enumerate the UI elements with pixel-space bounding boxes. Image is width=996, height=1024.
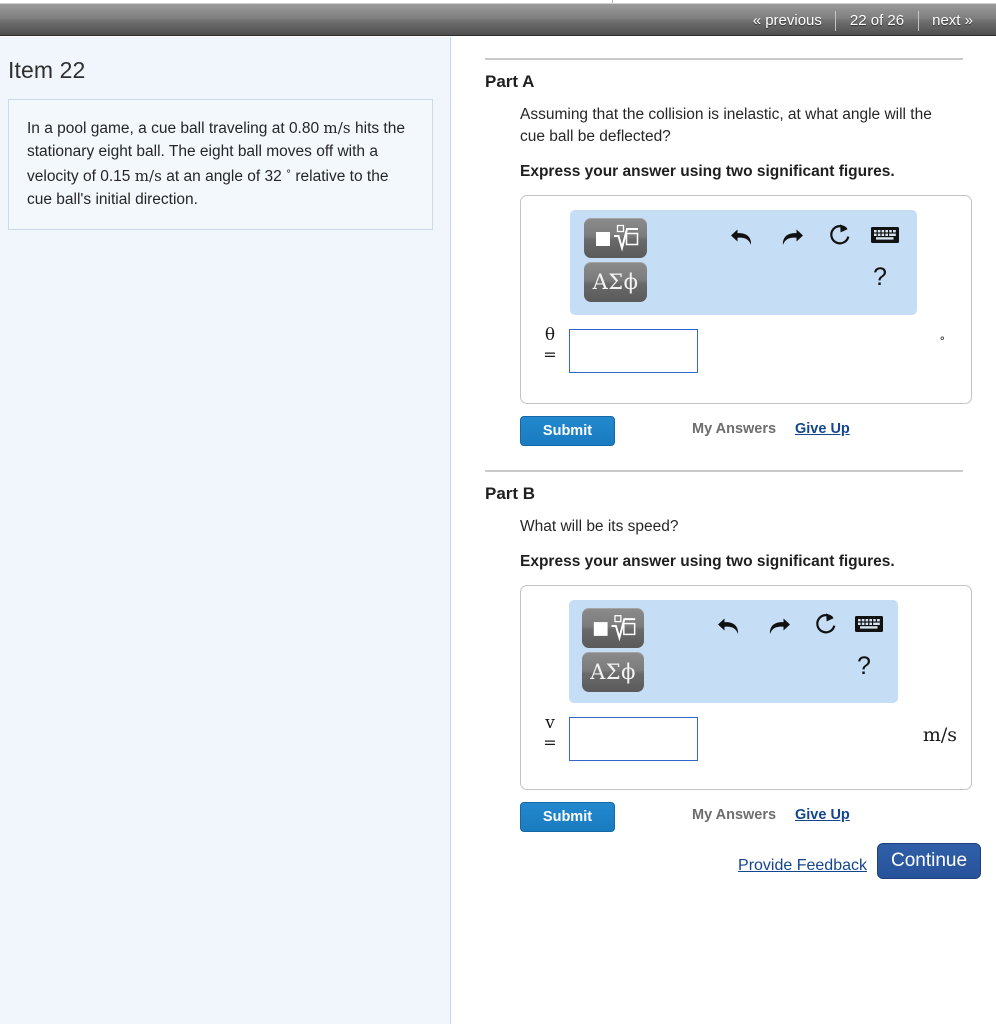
- part-b-math-toolbar: ΑΣϕ ?: [569, 600, 898, 703]
- problem-statement-box: In a pool game, a cue ball traveling at …: [8, 99, 433, 230]
- root-template-button[interactable]: [584, 218, 647, 258]
- unit-meters-per-second: m/s: [134, 167, 162, 185]
- part-a-action-row: Submit My Answers Give Up: [520, 416, 972, 448]
- part-a-question: Assuming that the collision is inelastic…: [520, 106, 932, 145]
- part-b-heading: Part B: [485, 484, 536, 503]
- nav-divider: [918, 10, 920, 31]
- answer-content-area: Part A Assuming that the collision is in…: [452, 37, 996, 1024]
- part-b-divider: [485, 470, 963, 472]
- top-navigation-bar: « previous 22 of 26 next »: [0, 3, 996, 36]
- greek-symbols-label: ΑΣϕ: [590, 660, 636, 684]
- part-b-question: What will be its speed?: [520, 518, 679, 535]
- part-a-divider: [485, 58, 963, 60]
- variable-symbol: θ: [544, 325, 556, 345]
- problem-statement-text: In a pool game, a cue ball traveling at …: [27, 117, 414, 211]
- greek-symbols-button[interactable]: ΑΣϕ: [584, 262, 647, 302]
- part-b-my-answers-link[interactable]: My Answers: [692, 807, 776, 823]
- part-a-variable-label: θ =: [537, 325, 563, 365]
- root-template-icon: [593, 615, 636, 642]
- root-template-button[interactable]: [582, 608, 644, 648]
- part-b-give-up-link[interactable]: Give Up: [795, 807, 850, 823]
- undo-icon[interactable]: [715, 613, 743, 644]
- part-a-unit-label: °: [939, 335, 946, 348]
- equals-symbol: =: [543, 733, 557, 752]
- reset-icon[interactable]: [826, 222, 854, 255]
- item-counter: 22 of 26: [849, 12, 905, 29]
- nav-divider: [834, 10, 836, 31]
- root-template-icon: [596, 224, 639, 252]
- part-b-submit-button[interactable]: Submit: [520, 802, 615, 832]
- navigation-links: « previous 22 of 26 next »: [740, 4, 986, 37]
- part-b-action-row: Submit My Answers Give Up: [520, 802, 972, 834]
- help-button[interactable]: ?: [857, 652, 871, 681]
- continue-button[interactable]: Continue: [877, 843, 981, 879]
- problem-panel: Item 22 In a pool game, a cue ball trave…: [0, 37, 451, 1024]
- part-a-answer-panel: ΑΣϕ ? θ = °: [520, 195, 972, 404]
- equals-symbol: =: [543, 345, 557, 364]
- undo-icon[interactable]: [728, 224, 756, 255]
- part-b-answer-panel: ΑΣϕ ? v = m/s: [520, 585, 972, 790]
- part-a-give-up-link[interactable]: Give Up: [795, 421, 850, 437]
- part-a-answer-input[interactable]: [569, 329, 698, 373]
- part-a-math-toolbar: ΑΣϕ ?: [570, 210, 917, 315]
- unit-meters-per-second: m/s: [323, 119, 351, 137]
- provide-feedback-link[interactable]: Provide Feedback: [738, 857, 867, 875]
- problem-segment-1: In a pool game, a cue ball traveling at …: [27, 120, 324, 137]
- page-title: Item 22: [8, 57, 86, 83]
- part-a-heading: Part A: [485, 72, 535, 91]
- redo-icon[interactable]: [778, 224, 806, 255]
- next-link[interactable]: next »: [919, 4, 986, 37]
- footer-action-row: Provide Feedback Continue: [452, 843, 996, 893]
- reset-icon[interactable]: [812, 611, 840, 644]
- part-b-answer-input[interactable]: [569, 717, 698, 761]
- keyboard-icon[interactable]: [854, 613, 884, 640]
- help-button[interactable]: ?: [873, 263, 887, 292]
- previous-link[interactable]: « previous: [740, 4, 835, 37]
- problem-segment-3: at an angle of 32: [161, 168, 287, 185]
- part-b-variable-label: v =: [537, 713, 563, 753]
- part-a-submit-button[interactable]: Submit: [520, 416, 615, 446]
- part-a-my-answers-link[interactable]: My Answers: [692, 421, 776, 437]
- part-b-unit-label: m/s: [922, 724, 957, 746]
- greek-symbols-button[interactable]: ΑΣϕ: [582, 652, 644, 692]
- variable-symbol: v: [545, 713, 555, 733]
- part-a-instruction: Express your answer using two significan…: [520, 163, 895, 180]
- greek-symbols-label: ΑΣϕ: [592, 270, 639, 294]
- part-b-instruction: Express your answer using two significan…: [520, 553, 895, 570]
- keyboard-icon[interactable]: [870, 224, 900, 251]
- redo-icon[interactable]: [765, 613, 793, 644]
